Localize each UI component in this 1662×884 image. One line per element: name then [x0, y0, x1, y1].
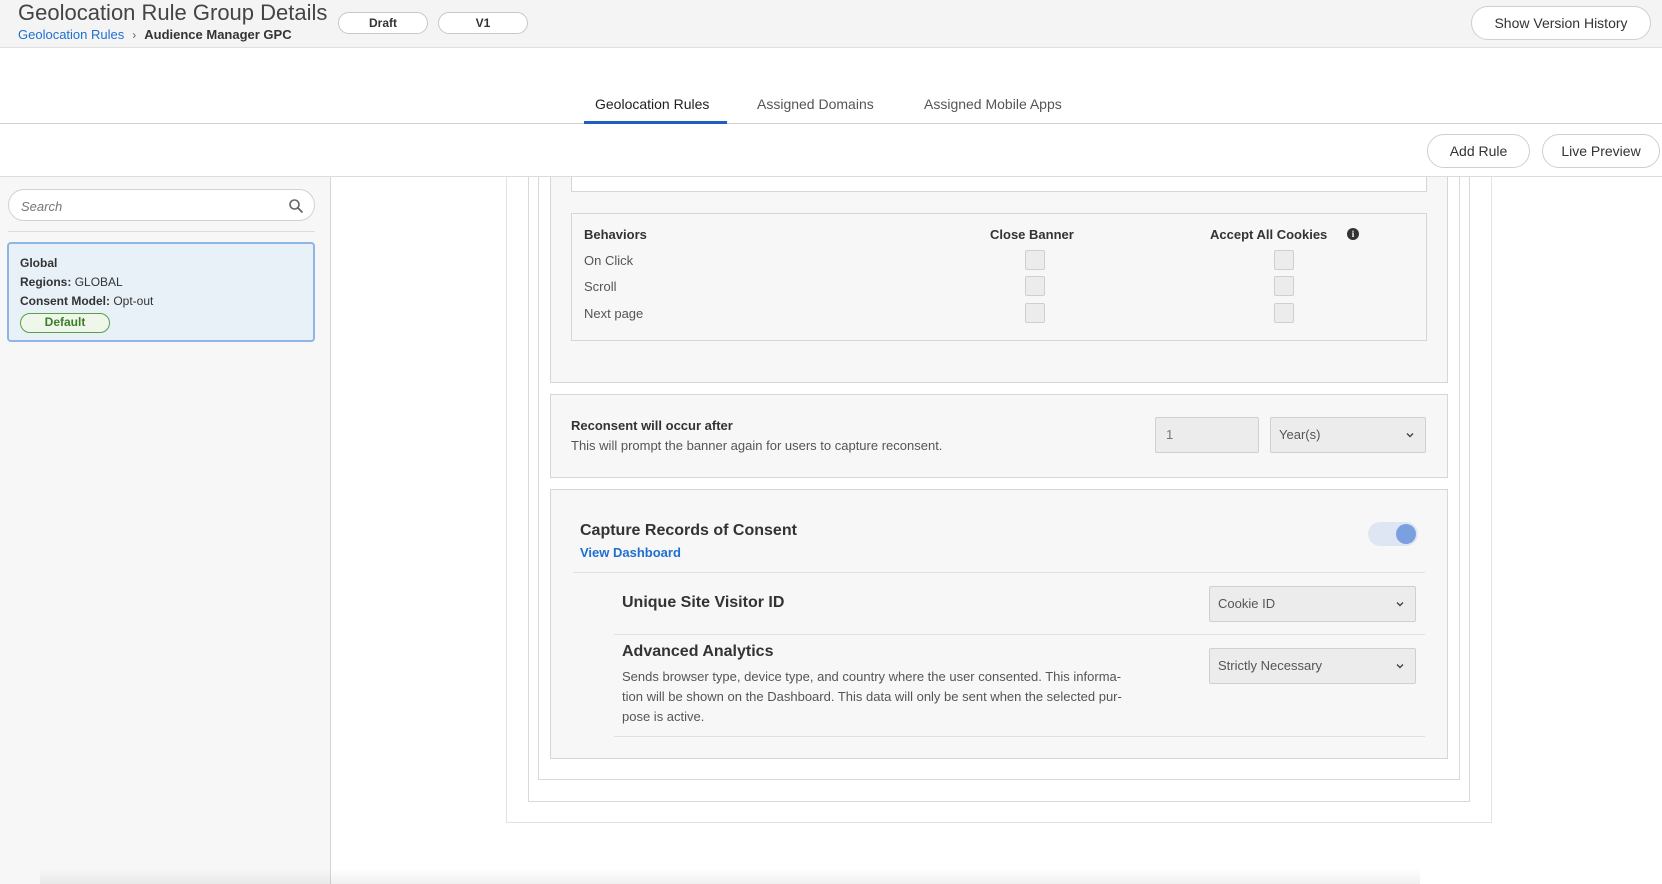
description-line: pose is active.	[622, 709, 705, 724]
advanced-analytics-description: Sends browser type, device type, and cou…	[622, 667, 1172, 727]
close-banner-next-page-checkbox[interactable]	[1025, 303, 1045, 323]
search-box	[8, 189, 315, 221]
advanced-analytics-select[interactable]: Strictly Necessary	[1209, 648, 1416, 684]
regions-label: Regions:	[20, 275, 72, 289]
search-icon[interactable]	[288, 198, 304, 214]
close-banner-on-click-checkbox[interactable]	[1025, 250, 1045, 270]
description-line: tion will be shown on the Dashboard. Thi…	[622, 689, 1122, 704]
visitor-id-value: Cookie ID	[1218, 596, 1276, 611]
accept-all-cookies-header: Accept All Cookies	[1210, 227, 1328, 242]
reconsent-section: Reconsent will occur after This will pro…	[550, 394, 1448, 478]
tab-geolocation-rules[interactable]: Geolocation Rules	[595, 96, 709, 112]
accept-all-scroll-checkbox[interactable]	[1274, 276, 1294, 296]
divider	[8, 231, 315, 232]
behavior-row-label: Next page	[584, 306, 644, 321]
show-version-history-button[interactable]: Show Version History	[1471, 6, 1651, 40]
consent-model-value: Opt-out	[113, 294, 154, 308]
close-banner-header: Close Banner	[990, 227, 1074, 242]
toggle-knob	[1396, 524, 1416, 544]
chevron-down-icon	[1406, 433, 1414, 438]
consent-model-label: Consent Model:	[20, 294, 110, 308]
behavior-row-label: On Click	[584, 253, 634, 268]
capture-consent-section: Capture Records of Consent View Dashboar…	[550, 489, 1448, 759]
bottom-shadow	[40, 868, 1420, 884]
add-rule-button[interactable]: Add Rule	[1427, 134, 1530, 168]
capture-consent-toggle[interactable]	[1368, 522, 1418, 546]
advanced-analytics-value: Strictly Necessary	[1218, 658, 1323, 673]
behaviors-table: Behaviors Close Banner Accept All Cookie…	[571, 213, 1427, 341]
reconsent-title: Reconsent will occur after	[571, 418, 733, 433]
tab-bar: Geolocation Rules Assigned Domains Assig…	[0, 48, 1662, 124]
page-title: Geolocation Rule Group Details	[18, 0, 328, 25]
chevron-down-icon	[1396, 602, 1404, 607]
tab-assigned-domains[interactable]: Assigned Domains	[757, 96, 874, 112]
view-dashboard-link[interactable]: View Dashboard	[580, 545, 681, 560]
chevron-down-icon	[1396, 664, 1404, 669]
toolbar: Add Rule Live Preview	[0, 125, 1662, 177]
breadcrumb-current: Audience Manager GPC	[144, 27, 292, 42]
live-preview-button[interactable]: Live Preview	[1542, 134, 1660, 168]
breadcrumb: Geolocation Rules › Audience Manager GPC	[18, 27, 292, 42]
behaviors-header: Behaviors	[584, 227, 647, 242]
reconsent-unit-select[interactable]: Year(s)	[1270, 417, 1426, 453]
reconsent-description: This will prompt the banner again for us…	[571, 438, 943, 453]
behavior-row-label: Scroll	[584, 279, 617, 294]
close-banner-scroll-checkbox[interactable]	[1025, 276, 1045, 296]
description-line: Sends browser type, device type, and cou…	[622, 669, 1122, 684]
reconsent-number-input[interactable]: 1	[1155, 417, 1259, 453]
page-header: Geolocation Rule Group Details Geolocati…	[0, 0, 1662, 48]
accept-all-next-page-checkbox[interactable]	[1274, 303, 1294, 323]
capture-consent-title: Capture Records of Consent	[580, 522, 797, 539]
reconsent-unit-value: Year(s)	[1279, 427, 1321, 442]
chevron-right-icon: ›	[132, 27, 137, 42]
unique-visitor-id-label: Unique Site Visitor ID	[622, 594, 785, 611]
tab-assigned-mobile-apps[interactable]: Assigned Mobile Apps	[924, 96, 1062, 112]
rules-sidebar: Global Regions: GLOBAL Consent Model: Op…	[0, 177, 331, 884]
rule-name: Global	[20, 256, 58, 270]
breadcrumb-link-geolocation-rules[interactable]: Geolocation Rules	[18, 27, 124, 42]
rule-card-global[interactable]: Global Regions: GLOBAL Consent Model: Op…	[7, 242, 315, 342]
divider	[614, 736, 1425, 737]
visitor-id-select[interactable]: Cookie ID	[1209, 586, 1416, 622]
default-badge: Default	[20, 313, 110, 333]
version-badge: V1	[438, 12, 528, 34]
accept-all-on-click-checkbox[interactable]	[1274, 250, 1294, 270]
status-badge: Draft	[338, 12, 428, 34]
info-icon[interactable]: i	[1347, 228, 1359, 240]
divider	[573, 572, 1425, 573]
truncated-content-box	[571, 177, 1427, 192]
advanced-analytics-label: Advanced Analytics	[622, 643, 774, 660]
active-tab-indicator	[584, 121, 727, 124]
divider	[614, 634, 1425, 635]
regions-value: GLOBAL	[74, 275, 123, 289]
search-input[interactable]	[21, 196, 271, 216]
